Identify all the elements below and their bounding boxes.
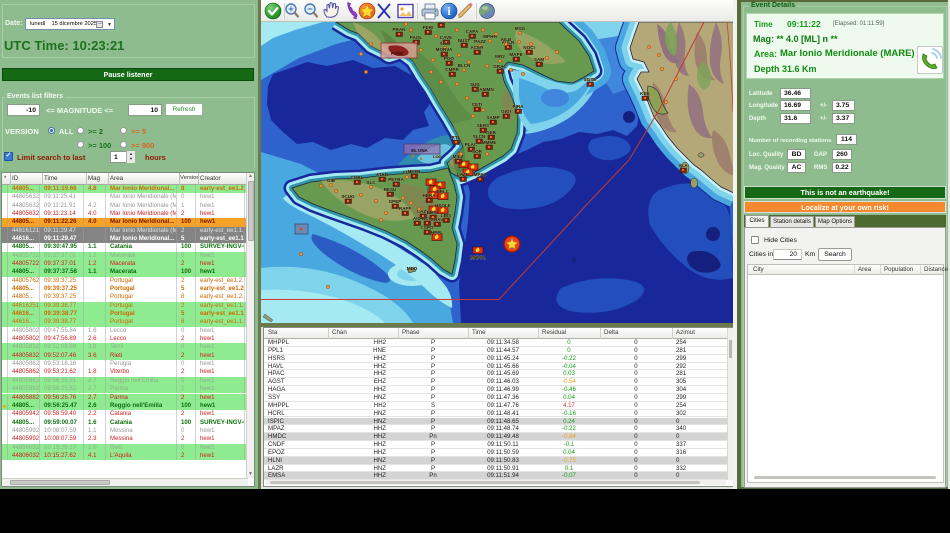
svg-text:BBSL: BBSL [427, 210, 440, 215]
svg-text:GER: GER [486, 130, 497, 135]
svg-text:MEFR: MEFR [407, 169, 421, 174]
svg-text:CORL: CORL [350, 175, 363, 180]
svg-text:MAPE: MAPE [509, 52, 522, 57]
svg-text:ATAN: ATAN [376, 172, 389, 177]
svg-text:SERS: SERS [477, 123, 490, 128]
svg-text:MHPPL: MHPPL [470, 255, 486, 260]
svg-text:RESU: RESU [384, 187, 397, 192]
svg-text:SGSE: SGSE [584, 77, 597, 82]
svg-text:SCUG: SCUG [341, 194, 355, 199]
svg-text:SAMP: SAMP [486, 115, 499, 120]
svg-text:KEK: KEK [640, 91, 650, 96]
svg-text:SLC: SLC [366, 180, 376, 185]
svg-text:GRAC: GRAC [493, 64, 507, 69]
svg-text:HERA: HERA [422, 193, 436, 198]
svg-text:SAMMN: SAMMN [476, 87, 494, 92]
svg-text:RTL: RTL [452, 135, 461, 140]
svg-text:CHAV: CHAV [431, 217, 445, 222]
svg-text:PETRA: PETRA [388, 177, 404, 182]
svg-text:CETI: CETI [472, 102, 482, 107]
svg-text:GIB: GIB [327, 178, 336, 183]
svg-text:PIRA: PIRA [513, 104, 525, 109]
svg-text:CAPA: CAPA [466, 29, 479, 34]
svg-text:MMME: MMME [482, 140, 497, 145]
svg-text:PAOL: PAOL [410, 35, 423, 40]
svg-text:PERI: PERI [423, 25, 434, 30]
svg-text:ACER: ACER [470, 45, 484, 50]
svg-text:SAM: SAM [534, 57, 544, 62]
svg-text:HPPL: HPPL [431, 230, 443, 235]
svg-text:GIOI: GIOI [501, 109, 511, 114]
svg-text:LAZR: LAZR [457, 172, 470, 177]
svg-text:NOCI: NOCI [523, 45, 534, 50]
svg-text:HSOLE: HSOLE [435, 203, 451, 208]
svg-text:P7RM: P7RM [391, 51, 404, 56]
svg-text:9IL I3NA: 9IL I3NA [411, 148, 428, 153]
svg-text:MPAZ: MPAZ [474, 172, 487, 177]
svg-text:MOCO: MOCO [434, 22, 449, 23]
svg-text:NUST: NUST [458, 38, 471, 43]
svg-text:PAZZ: PAZZ [474, 39, 486, 44]
svg-text:MR2: MR2 [495, 54, 505, 59]
svg-text:MDD: MDD [407, 266, 418, 271]
svg-text:AILB: AILB [501, 37, 512, 42]
svg-text:MORVA: MORVA [436, 47, 453, 52]
svg-text:MSG: MSG [515, 26, 526, 31]
svg-text:AIO: AIO [413, 216, 422, 221]
svg-text:PLAC: PLAC [465, 142, 478, 147]
svg-text:GPEP: GPEP [389, 199, 402, 204]
svg-text:PRAN: PRAN [392, 27, 406, 32]
svg-text:SHAI: SHAI [440, 41, 451, 46]
svg-text:SLCN: SLCN [473, 134, 486, 139]
svg-text:CAVE: CAVE [440, 35, 452, 40]
svg-text:EPLC: EPLC [437, 189, 450, 194]
svg-text:VLA: VLA [678, 163, 688, 168]
svg-text:LOO: LOO [433, 154, 442, 159]
svg-text:POO: POO [444, 56, 455, 61]
svg-text:RAFF: RAFF [399, 206, 411, 211]
svg-text:SOR: SOR [472, 149, 483, 154]
